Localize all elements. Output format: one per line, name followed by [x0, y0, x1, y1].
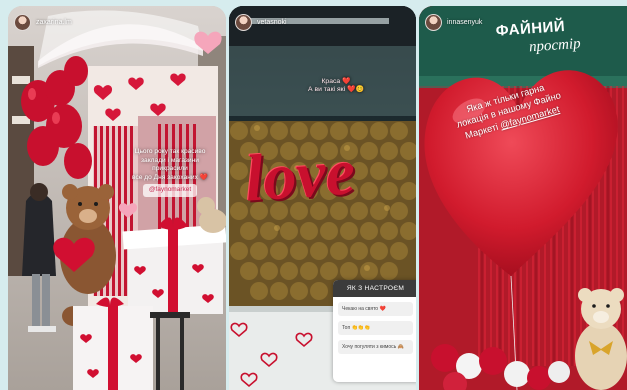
poll-option[interactable]: Топ 👏👏👏	[338, 321, 413, 335]
poll-option[interactable]: Хочу погуляти з кимось 🙈	[338, 340, 413, 354]
story-1-caption: Цього року так красиво заклади і магазин…	[104, 148, 226, 197]
story-1-header: zaxarina.lm	[14, 14, 72, 31]
story-card-1[interactable]: zaxarina.lm Цього року так красиво закла…	[8, 6, 226, 390]
poll-option[interactable]: Чекаю на свято ❤️	[338, 302, 413, 316]
caption-line: А ви такі які ❤️😊	[308, 86, 364, 94]
caption-line: Цього року так красиво	[134, 148, 206, 155]
story-3-caption: Яка ж тільки гарна локація в нашому Файн…	[419, 6, 627, 266]
story-card-2[interactable]: vetasnoki Краса ❤️ А ви такі які ❤️😊 lov…	[229, 6, 416, 390]
caption-line: заклади і магазини	[141, 156, 199, 164]
story-1-photo	[8, 6, 226, 390]
avatar[interactable]	[235, 14, 252, 31]
mention-sticker[interactable]: @faynomarket	[142, 184, 198, 197]
poll-title: ЯК З НАСТРОЄМ	[333, 280, 416, 297]
avatar[interactable]	[14, 14, 31, 31]
story-2-username[interactable]: vetasnoki	[257, 19, 287, 26]
story-card-3[interactable]: innasenyuk ФАЙНИЙ простір Яка ж тільки г…	[419, 6, 627, 390]
story-1-username[interactable]: zaxarina.lm	[36, 19, 72, 26]
story-2-caption: Краса ❤️ А ви такі які ❤️😊	[291, 78, 381, 95]
caption-line: прикрасили	[152, 165, 188, 173]
story-2-header: vetasnoki	[235, 14, 287, 31]
poll-sticker[interactable]: ЯК З НАСТРОЄМ Чекаю на свято ❤️ Топ 👏👏👏 …	[333, 280, 416, 382]
love-balloon-word: love	[242, 135, 358, 216]
caption-line: все до Дня закоханих ❤️	[132, 173, 208, 181]
